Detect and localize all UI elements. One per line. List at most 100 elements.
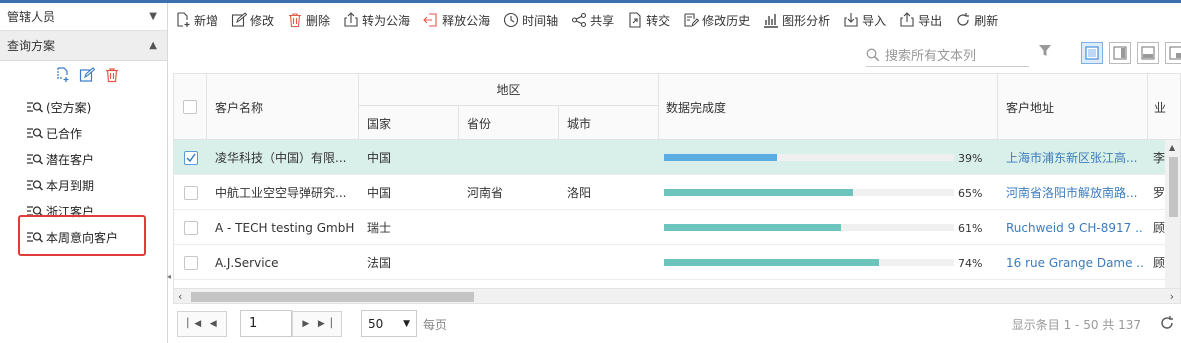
row-checkbox[interactable] <box>174 245 207 280</box>
search-input[interactable]: 搜索所有文本列 <box>866 43 1029 67</box>
delete-plan-icon[interactable] <box>104 67 120 83</box>
search-icon <box>866 48 880 61</box>
query-plan-section-header[interactable]: 查询方案 ▲ <box>0 31 167 61</box>
table-row[interactable]: A.J.Service 法国 74% 16 rue Grange Dame ... 顾 <box>174 245 1180 280</box>
manager-dropdown[interactable]: 管辖人员 ▼ <box>0 3 167 31</box>
share-icon <box>572 12 587 28</box>
last-page-icon[interactable]: ▶▕ <box>318 319 332 329</box>
cell-country: 中国 <box>367 186 392 200</box>
completion-bar <box>664 154 954 161</box>
row-checkbox[interactable] <box>174 175 207 210</box>
scroll-right-icon[interactable]: › <box>1170 290 1174 303</box>
row-checkbox[interactable] <box>174 210 207 245</box>
select-all-checkbox[interactable] <box>174 74 207 140</box>
cell-name: A.J.Service <box>215 255 279 270</box>
pager-refresh-icon[interactable] <box>1159 315 1175 334</box>
chevron-down-icon: ▼ <box>403 318 410 329</box>
page-input[interactable]: 1 <box>240 310 292 337</box>
cell-city <box>567 140 657 175</box>
completion-percent: 74% <box>958 257 983 270</box>
table-row[interactable]: A - TECH testing GmbH 瑞士 61% Ruchweid 9 CH-… <box>174 210 1180 245</box>
vertical-scroll-thumb[interactable] <box>1169 157 1178 217</box>
next-last-buttons[interactable]: ▶ ▶▕ <box>292 311 342 337</box>
bottom-panel-view-icon[interactable] <box>1137 42 1159 64</box>
plan-item[interactable]: 已合作 <box>0 120 167 146</box>
customer-table: 客户名称 地区 国家 省份 城市 数据完成度 客户地址 业 凌华科技（中国）有限… <box>173 73 1181 304</box>
horizontal-scrollbar[interactable]: ‹ › <box>174 288 1180 303</box>
delete-button-label: 删除 <box>306 13 331 28</box>
corner-panel-view-icon[interactable] <box>1165 42 1181 64</box>
collapse-sidebar-icon[interactable]: ◂ <box>167 272 171 281</box>
per-page-label: 每页 <box>423 318 448 332</box>
cell-name: 中航工业空空导弹研究... <box>215 186 347 200</box>
col-header-name[interactable]: 客户名称 <box>207 74 359 140</box>
to-public-pool-label: 转为公海 <box>362 13 411 28</box>
completion-fill <box>664 154 777 161</box>
col-header-city[interactable]: 城市 <box>559 106 659 140</box>
vertical-scrollbar[interactable]: ▲ <box>1165 140 1180 288</box>
filter-icon[interactable] <box>1038 44 1052 61</box>
table-row[interactable]: 中航工业空空导弹研究... 中国 河南省 洛阳 65% 河南省洛阳市解放南路... 罗 <box>174 175 1180 210</box>
next-page-icon[interactable]: ▶ <box>302 319 309 329</box>
completion-fill <box>664 189 853 196</box>
first-prev-buttons[interactable]: ▏◀ ◀ <box>177 311 227 337</box>
col-header-next[interactable]: 业 <box>1148 74 1168 140</box>
transfer-button[interactable]: 转交 <box>627 9 670 31</box>
cell-address[interactable]: Ruchweid 9 CH-8917 ... <box>1006 210 1144 245</box>
table-row[interactable]: 凌华科技（中国）有限... 中国 39% 上海市浦东新区张江高... 李 <box>174 140 1180 175</box>
manager-dropdown-label: 管辖人员 <box>7 10 56 24</box>
row-checkbox[interactable] <box>174 140 207 175</box>
share-button[interactable]: 共享 <box>571 9 614 31</box>
share-label: 共享 <box>590 13 615 28</box>
plan-item[interactable]: (空方案) <box>0 94 167 120</box>
horizontal-scroll-thumb[interactable] <box>191 292 474 302</box>
completion-percent: 61% <box>958 222 983 235</box>
add-button-label: 新增 <box>194 13 219 28</box>
table-header: 客户名称 地区 国家 省份 城市 数据完成度 客户地址 业 <box>174 74 1180 140</box>
delete-button[interactable]: 删除 <box>287 9 330 31</box>
chart-analysis-label: 图形分析 <box>782 13 831 28</box>
cell-address[interactable]: 上海市浦东新区张江高... <box>1006 140 1144 175</box>
refresh-button[interactable]: 刷新 <box>955 9 998 31</box>
right-panel-view-icon[interactable] <box>1109 42 1131 64</box>
edit-plan-icon[interactable] <box>79 67 95 83</box>
sidebar: 管辖人员 ▼ 查询方案 ▲ (空方案) 已合作 潜在客户 本月到期 浙江客户 本… <box>0 3 168 343</box>
transfer-icon <box>629 12 641 28</box>
chart-analysis-button[interactable]: 图形分析 <box>763 9 830 31</box>
col-header-country[interactable]: 国家 <box>359 106 459 140</box>
edit-button-label: 修改 <box>250 13 275 28</box>
col-header-completion[interactable]: 数据完成度 <box>659 74 998 140</box>
refresh-icon <box>957 13 970 26</box>
prev-page-icon[interactable]: ◀ <box>210 319 217 329</box>
edit-history-button[interactable]: 修改历史 <box>683 9 750 31</box>
cell-city <box>567 210 657 245</box>
query-plan-icon <box>27 102 44 113</box>
cell-name: A - TECH testing GmbH <box>215 220 355 235</box>
edit-button[interactable]: 修改 <box>231 9 274 31</box>
first-page-icon[interactable]: ▏◀ <box>187 319 201 329</box>
cell-address[interactable]: 16 rue Grange Dame ... <box>1006 245 1144 280</box>
plan-item[interactable]: 本月到期 <box>0 172 167 198</box>
add-button[interactable]: 新增 <box>175 9 218 31</box>
scroll-up-icon[interactable]: ▲ <box>1169 143 1175 152</box>
export-button[interactable]: 导出 <box>899 9 942 31</box>
cell-address[interactable]: 河南省洛阳市解放南路... <box>1006 175 1144 210</box>
col-header-address[interactable]: 客户地址 <box>998 74 1148 140</box>
to-public-pool-button[interactable]: 转为公海 <box>343 9 410 31</box>
release-public-pool-button[interactable]: 释放公海 <box>423 9 490 31</box>
transfer-label: 转交 <box>646 13 671 28</box>
plan-item[interactable]: 潜在客户 <box>0 146 167 172</box>
highlight-annotation-box <box>18 215 146 256</box>
add-icon <box>177 12 190 27</box>
scroll-left-icon[interactable]: ‹ <box>178 290 182 303</box>
import-button[interactable]: 导入 <box>843 9 886 31</box>
completion-percent: 65% <box>958 187 983 200</box>
page-size-select[interactable]: 50 ▼ <box>361 310 417 337</box>
full-view-icon[interactable] <box>1081 42 1103 64</box>
import-icon <box>844 13 858 27</box>
cell-city: 洛阳 <box>567 186 592 200</box>
col-header-province[interactable]: 省份 <box>459 106 559 140</box>
search-placeholder: 搜索所有文本列 <box>885 49 977 64</box>
timeline-button[interactable]: 时间轴 <box>503 9 558 31</box>
add-plan-icon[interactable] <box>54 67 70 83</box>
